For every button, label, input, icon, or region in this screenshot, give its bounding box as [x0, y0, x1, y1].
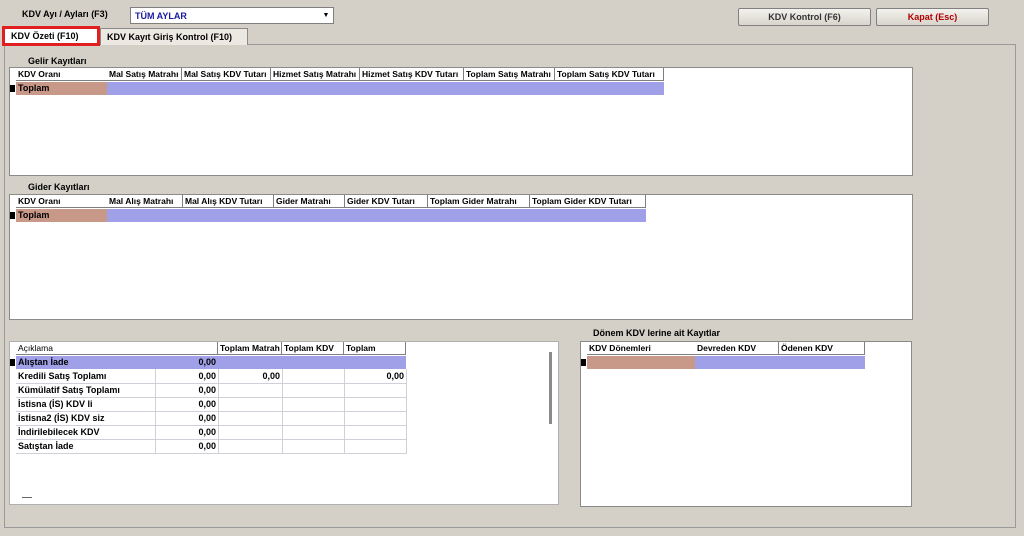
month-select[interactable]: TÜM AYLAR ▼ — [130, 7, 334, 24]
horizontal-scrollbar[interactable] — [22, 497, 32, 498]
summary-row-value[interactable]: 0,00 — [155, 398, 218, 411]
row-pointer-icon — [10, 359, 15, 366]
row-divider — [16, 453, 406, 454]
gider-col-header[interactable]: KDV Oranı — [16, 195, 116, 208]
tab-kdv-kayit-giris-kontrol[interactable]: KDV Kayıt Giriş Kontrol (F10) — [100, 28, 248, 45]
summary-row-label[interactable]: İstisna (İS) KDV li — [16, 398, 155, 411]
row-divider — [16, 425, 406, 426]
summary-row-label[interactable]: İstisna2 (İS) KDV siz — [16, 412, 155, 425]
donem-section-title: Dönem KDV lerine ait Kayıtlar — [593, 328, 721, 338]
summary-row-value[interactable]: 0,00 — [155, 426, 218, 439]
chevron-down-icon[interactable]: ▼ — [319, 8, 333, 23]
gider-col-header[interactable]: Gider KDV Tutarı — [345, 195, 428, 208]
gelir-col-header[interactable]: KDV Oranı — [16, 68, 116, 81]
row-pointer-icon — [10, 212, 15, 219]
gelir-col-header[interactable]: Hizmet Satış KDV Tutarı — [360, 68, 464, 81]
donem-row-period[interactable] — [587, 356, 695, 369]
summary-row-value[interactable]: 0,00 — [155, 440, 218, 453]
summary-row-value[interactable]: 0,00 — [155, 384, 218, 397]
summary-row-toplam[interactable]: 0,00 — [344, 370, 406, 383]
summary-row-matrah[interactable]: 0,00 — [218, 370, 282, 383]
gider-section-title: Gider Kayıtları — [28, 182, 90, 192]
col-divider — [406, 369, 407, 454]
month-label: KDV Ayı / Ayları (F3) — [22, 9, 108, 19]
gelir-col-header[interactable]: Toplam Satış KDV Tutarı — [555, 68, 664, 81]
gelir-total-label[interactable]: Toplam — [16, 82, 107, 95]
gelir-section-title: Gelir Kayıtları — [28, 56, 87, 66]
row-pointer-icon — [581, 359, 586, 366]
row-divider — [16, 411, 406, 412]
gider-total-values[interactable] — [107, 209, 646, 222]
gider-col-header[interactable]: Gider Matrahı — [274, 195, 345, 208]
gelir-col-header[interactable]: Mal Satış Matrahı — [107, 68, 182, 81]
row-divider — [16, 383, 406, 384]
row-divider — [16, 397, 406, 398]
summary-col-header[interactable]: Toplam KDV — [282, 342, 344, 355]
col-divider — [282, 369, 283, 454]
gider-col-header[interactable]: Toplam Gider Matrahı — [428, 195, 530, 208]
summary-row-value[interactable]: 0,00 — [155, 356, 218, 369]
donem-row-values[interactable] — [695, 356, 865, 369]
col-divider — [344, 369, 345, 454]
summary-col-header[interactable]: Açıklama — [16, 342, 162, 355]
summary-row-value[interactable]: 0,00 — [155, 412, 218, 425]
summary-grid[interactable]: Açıklama Toplam Matrah Toplam KDV Toplam… — [9, 341, 559, 505]
kdv-kontrol-button[interactable]: KDV Kontrol (F6) — [738, 8, 871, 26]
summary-row-label[interactable]: Alıştan İade — [16, 356, 155, 369]
donem-col-header[interactable]: Devreden KDV — [695, 342, 779, 355]
gelir-col-header[interactable]: Toplam Satış Matrahı — [464, 68, 555, 81]
gider-total-label[interactable]: Toplam — [16, 209, 107, 222]
kapat-button[interactable]: Kapat (Esc) — [876, 8, 989, 26]
summary-row-label[interactable]: Kümülatif Satış Toplamı — [16, 384, 155, 397]
vertical-scrollbar[interactable] — [549, 352, 552, 424]
gider-col-header[interactable]: Mal Alış KDV Tutarı — [183, 195, 274, 208]
gelir-col-header[interactable]: Mal Satış KDV Tutarı — [182, 68, 271, 81]
donem-grid[interactable]: KDV Dönemleri Devreden KDV Ödenen KDV — [580, 341, 912, 507]
summary-row-kdv[interactable] — [282, 370, 344, 383]
tab-kdv-ozeti[interactable]: KDV Özeti (F10) — [2, 26, 100, 46]
donem-col-header[interactable]: KDV Dönemleri — [587, 342, 697, 355]
col-divider — [218, 369, 219, 454]
month-select-value: TÜM AYLAR — [135, 10, 187, 21]
gelir-col-header[interactable]: Hizmet Satış Matrahı — [271, 68, 360, 81]
summary-row-label[interactable]: İndirilebilecek KDV — [16, 426, 155, 439]
gider-grid[interactable]: KDV Oranı Mal Alış Matrahı Mal Alış KDV … — [9, 194, 913, 320]
summary-col-header[interactable]: Toplam Matrah — [218, 342, 282, 355]
donem-col-header[interactable]: Ödenen KDV — [779, 342, 865, 355]
summary-col-header[interactable]: Toplam — [344, 342, 406, 355]
gider-col-header[interactable]: Toplam Gider KDV Tutarı — [530, 195, 646, 208]
summary-col-header[interactable] — [155, 342, 218, 355]
row-pointer-icon — [10, 85, 15, 92]
gelir-total-values[interactable] — [107, 82, 664, 95]
summary-row-extra[interactable] — [218, 356, 406, 369]
summary-row-value[interactable]: 0,00 — [155, 370, 218, 383]
gider-col-header[interactable]: Mal Alış Matrahı — [107, 195, 183, 208]
row-divider — [16, 439, 406, 440]
summary-row-label[interactable]: Kredili Satış Toplamı — [16, 370, 155, 383]
col-divider — [155, 369, 156, 454]
summary-row-label[interactable]: Satıştan İade — [16, 440, 155, 453]
gelir-grid[interactable]: KDV Oranı Mal Satış Matrahı Mal Satış KD… — [9, 67, 913, 176]
